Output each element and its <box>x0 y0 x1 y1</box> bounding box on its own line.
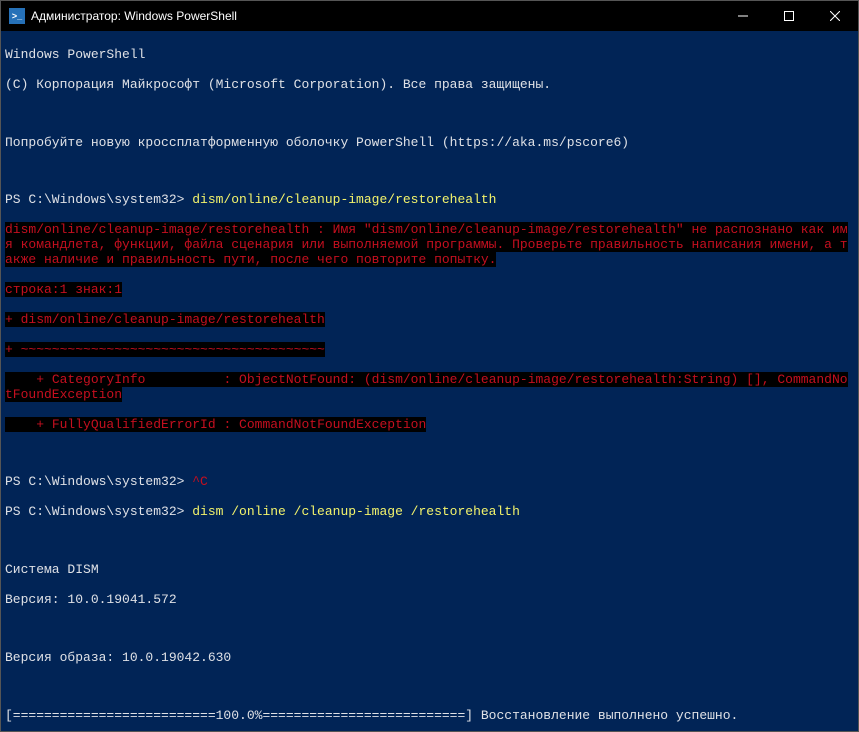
error-position: строка:1 знак:1 <box>5 283 854 298</box>
powershell-icon: >_ <box>9 8 25 24</box>
error-category: + CategoryInfo : ObjectNotFound: (dism/o… <box>5 373 854 403</box>
command-text: dism /online /cleanup-image /restoreheal… <box>192 504 520 519</box>
dism-version: Версия: 10.0.19041.572 <box>5 593 854 608</box>
error-command: + dism/online/cleanup-image/restorehealt… <box>5 313 854 328</box>
command-text: dism/online/cleanup-image/restorehealth <box>192 192 496 207</box>
titlebar[interactable]: >_ Администратор: Windows PowerShell <box>1 1 858 31</box>
maximize-button[interactable] <box>766 1 812 31</box>
image-version: Версия образа: 10.0.19042.630 <box>5 651 854 666</box>
error-underline: + ~~~~~~~~~~~~~~~~~~~~~~~~~~~~~~~~~~~~~~… <box>5 343 854 358</box>
dism-system: Cистема DISM <box>5 563 854 578</box>
window-title: Администратор: Windows PowerShell <box>31 9 720 23</box>
copyright-line: (C) Корпорация Майкрософт (Microsoft Cor… <box>5 78 854 93</box>
error-message: dism/online/cleanup-image/restorehealth … <box>5 223 854 268</box>
minimize-icon <box>738 11 748 21</box>
progress-bar: [==========================100.0%=======… <box>5 709 854 724</box>
error-id: + FullyQualifiedErrorId : CommandNotFoun… <box>5 418 854 433</box>
minimize-button[interactable] <box>720 1 766 31</box>
prompt-path: PS C:\Windows\system32> <box>5 192 192 207</box>
powershell-window: >_ Администратор: Windows PowerShell Win… <box>0 0 859 732</box>
close-button[interactable] <box>812 1 858 31</box>
window-controls <box>720 1 858 31</box>
terminal-output[interactable]: Windows PowerShell (C) Корпорация Майкро… <box>1 31 858 731</box>
prompt-line-3: PS C:\Windows\system32> dism /online /cl… <box>5 505 854 520</box>
close-icon <box>830 11 840 21</box>
pscore-hint-line: Попробуйте новую кроссплатформенную обол… <box>5 136 854 151</box>
ctrl-c-text: ^C <box>192 474 208 489</box>
prompt-line-1: PS C:\Windows\system32> dism/online/clea… <box>5 193 854 208</box>
prompt-path: PS C:\Windows\system32> <box>5 504 192 519</box>
prompt-line-2: PS C:\Windows\system32> ^C <box>5 475 854 490</box>
maximize-icon <box>784 11 794 21</box>
prompt-path: PS C:\Windows\system32> <box>5 474 192 489</box>
header-line: Windows PowerShell <box>5 48 854 63</box>
